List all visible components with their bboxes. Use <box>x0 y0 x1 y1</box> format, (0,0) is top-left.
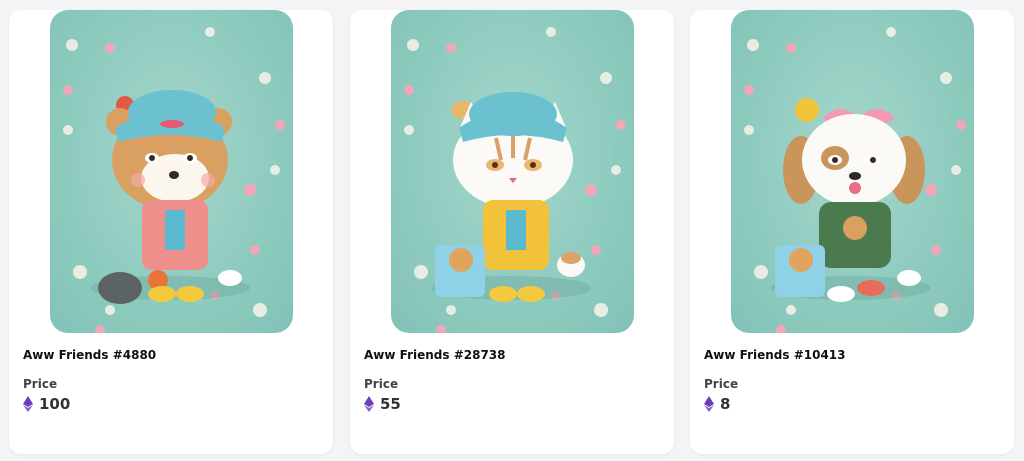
nft-name[interactable]: Aww Friends #28738 <box>364 348 506 362</box>
price-label: Price <box>23 377 58 391</box>
price-value: 100 <box>39 395 71 413</box>
ethereum-icon <box>23 396 33 412</box>
ethereum-icon <box>704 396 714 412</box>
price-value: 8 <box>720 395 731 413</box>
price-label: Price <box>704 377 739 391</box>
nft-card[interactable]: Aww Friends #28738 Price 55 <box>350 10 674 454</box>
price-value: 55 <box>380 395 401 413</box>
ethereum-icon <box>364 396 374 412</box>
nft-artwork-bear[interactable] <box>50 10 293 333</box>
price-label: Price <box>364 377 399 391</box>
bear-illustration <box>63 27 285 333</box>
price-row: 55 <box>364 395 401 413</box>
nft-card[interactable]: Aww Friends #10413 Price 8 <box>690 10 1014 454</box>
dog-illustration <box>744 27 966 333</box>
price-row: 8 <box>704 395 730 413</box>
nft-artwork-dog[interactable] <box>731 10 974 333</box>
nft-name[interactable]: Aww Friends #4880 <box>23 348 156 362</box>
cat-illustration <box>404 27 626 333</box>
nft-card-grid: Aww Friends #4880 Price 100 Aww Friends … <box>0 0 1024 461</box>
nft-name[interactable]: Aww Friends #10413 <box>704 348 846 362</box>
price-row: 100 <box>23 395 70 413</box>
nft-card[interactable]: Aww Friends #4880 Price 100 <box>9 10 333 454</box>
nft-artwork-cat[interactable] <box>391 10 634 333</box>
